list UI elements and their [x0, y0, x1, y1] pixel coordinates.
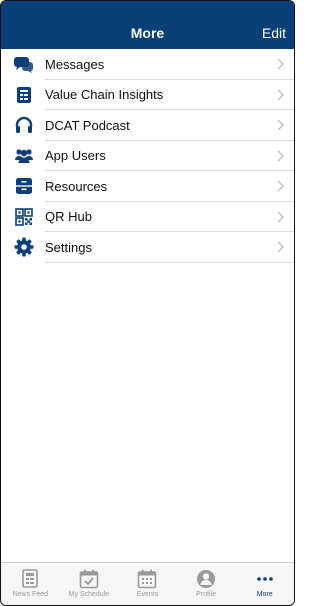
tab-bar: News Feed My Schedule Events Profile Mor… [1, 562, 294, 605]
newspaper-icon [22, 568, 39, 589]
tab-events[interactable]: Events [118, 563, 177, 605]
navigation-bar: More Edit [1, 16, 294, 49]
gear-icon [14, 237, 34, 257]
calendar-grid-icon [137, 568, 157, 589]
chevron-right-icon [277, 118, 285, 136]
drawer-icon [14, 176, 34, 196]
chevron-right-icon [277, 179, 285, 197]
tab-my-schedule[interactable]: My Schedule [60, 563, 119, 605]
menu-item-label: App Users [45, 148, 106, 164]
menu-item-label: Value Chain Insights [45, 87, 164, 103]
tab-label: My Schedule [68, 591, 110, 598]
headphones-icon [14, 115, 34, 135]
app-frame: More Edit Messages Value Chain Insights … [0, 0, 295, 606]
calendar-check-icon [79, 568, 99, 589]
edit-button[interactable]: Edit [262, 25, 286, 41]
chevron-right-icon [277, 210, 285, 228]
menu-item-app-users[interactable]: App Users [1, 141, 294, 172]
menu-item-value-chain-insights[interactable]: Value Chain Insights [1, 80, 294, 111]
menu-item-settings[interactable]: Settings [1, 232, 294, 263]
menu-item-dcat-podcast[interactable]: DCAT Podcast [1, 110, 294, 141]
tab-news-feed[interactable]: News Feed [1, 563, 60, 605]
chevron-right-icon [277, 88, 285, 106]
menu-item-resources[interactable]: Resources [1, 171, 294, 202]
qr-code-icon [14, 207, 34, 227]
menu-item-messages[interactable]: Messages [1, 49, 294, 80]
ellipsis-icon [255, 568, 275, 589]
menu-item-label: DCAT Podcast [45, 117, 130, 133]
page-title: More [130, 24, 165, 41]
chat-bubbles-icon [14, 54, 34, 74]
menu-item-label: Resources [45, 178, 108, 194]
chevron-right-icon [277, 149, 285, 167]
report-icon [14, 85, 34, 105]
tab-label: Events [136, 591, 159, 598]
tab-label: Profile [196, 591, 216, 598]
person-icon [196, 568, 216, 589]
users-icon [14, 146, 34, 166]
tab-label: More [256, 591, 273, 598]
menu-item-label: Messages [45, 56, 105, 72]
menu-item-label: Settings [45, 239, 92, 255]
chevron-right-icon [277, 57, 285, 75]
tab-label: News Feed [12, 591, 48, 598]
status-bar [1, 1, 294, 16]
chevron-right-icon [277, 240, 285, 258]
menu-item-qr-hub[interactable]: QR Hub [1, 202, 294, 233]
menu-item-label: QR Hub [45, 209, 92, 225]
more-menu-list: Messages Value Chain Insights DCAT Podca… [1, 49, 294, 263]
tab-profile[interactable]: Profile [177, 563, 236, 605]
tab-more[interactable]: More [235, 563, 294, 605]
